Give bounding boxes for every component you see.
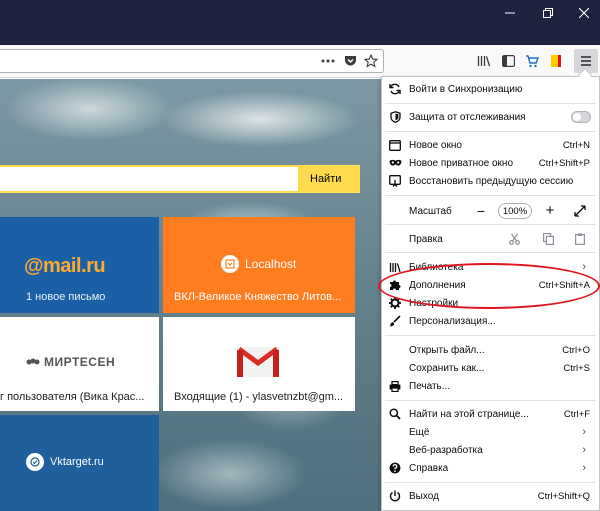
tile-mirtesen[interactable]: МИРТЕСЕН г пользователя (Вика Крас...: [0, 317, 159, 411]
menu-separator: [385, 195, 596, 196]
new-window-icon: [381, 139, 409, 151]
tile-gmail[interactable]: Входящие (1) - ylasvetnzbt@gm...: [163, 317, 355, 411]
cut-icon[interactable]: [506, 231, 522, 247]
menu-separator: [385, 103, 596, 104]
printer-icon: [381, 380, 409, 392]
shortcut-save-as: Ctrl+S: [563, 362, 590, 374]
tile-vktarget[interactable]: Vktarget.ru: [0, 415, 159, 511]
tile-mail-caption: 1 новое письмо: [26, 291, 106, 303]
menu-separator: [385, 335, 596, 336]
shield-icon: [381, 111, 409, 123]
minimize-icon[interactable]: [492, 0, 528, 26]
menu-label-customize: Персонализация...: [409, 315, 496, 327]
menu-label-sync: Войти в Синхронизацию: [409, 83, 523, 95]
menu-label-web-developer: Веб-разработка: [409, 444, 483, 456]
menu-item-open-file[interactable]: Открыть файл... Ctrl+O: [381, 341, 600, 359]
mirtesen-logo-text: МИРТЕСЕН: [44, 355, 116, 369]
mail-ru-logo: @mail.ru: [24, 255, 106, 277]
shortcut-quit: Ctrl+Shift+Q: [537, 490, 590, 502]
mirtesen-logo: МИРТЕСЕН: [26, 355, 115, 369]
restore-session-icon: [381, 175, 409, 187]
fullscreen-icon[interactable]: [572, 203, 588, 219]
shortcut-open-file: Ctrl+O: [562, 344, 590, 356]
search-button-label: Найти: [310, 173, 342, 185]
tile-mirtesen-caption: г пользователя (Вика Крас...: [0, 391, 145, 403]
shortcut-private-window: Ctrl+Shift+P: [538, 157, 590, 169]
menu-separator: [385, 252, 596, 253]
menu-item-tracking-protection[interactable]: Защита от отслеживания: [381, 108, 600, 126]
menu-separator: [385, 400, 596, 401]
menu-item-customize[interactable]: Персонализация...: [381, 312, 600, 330]
tile-localhost-caption: ВКЛ-Великое Княжество Литов...: [174, 291, 342, 303]
pocket-icon[interactable]: [340, 51, 360, 71]
tile-localhost[interactable]: Localhost ВКЛ-Великое Княжество Литов...: [163, 217, 355, 313]
search-icon: [381, 408, 409, 420]
navigation-bar: [0, 45, 600, 78]
mirtesen-logo-icon: [26, 358, 40, 365]
tile-vktarget-title: Vktarget.ru: [50, 456, 104, 468]
menu-item-private-window[interactable]: Новое приватное окно Ctrl+Shift+P: [381, 154, 600, 172]
zoom-out-button[interactable]: −: [473, 203, 489, 219]
private-mask-icon: [381, 159, 409, 167]
menu-separator: [385, 131, 596, 132]
menu-label-quit: Выход: [409, 490, 439, 502]
menu-label-find: Найти на этой странице...: [409, 408, 529, 420]
menu-item-save-as[interactable]: Сохранить как... Ctrl+S: [381, 359, 600, 377]
chevron-right-icon: ›: [582, 462, 586, 474]
chevron-right-icon: ›: [582, 261, 586, 273]
close-icon[interactable]: [566, 0, 600, 26]
menu-label-help: Справка: [409, 462, 449, 474]
power-icon: [381, 490, 409, 502]
title-bar: [0, 0, 600, 45]
menu-item-new-window[interactable]: Новое окно Ctrl+N: [381, 136, 600, 154]
search-input[interactable]: [0, 165, 300, 193]
zoom-in-button[interactable]: +: [542, 202, 558, 219]
menu-label-save-as: Сохранить как...: [409, 362, 485, 374]
menu-item-print[interactable]: Печать...: [381, 377, 600, 395]
yandex-bookmark-icon[interactable]: [546, 51, 566, 71]
menu-item-restore-session[interactable]: Восстановить предыдущую сессию: [381, 172, 600, 190]
chevron-right-icon: ›: [582, 444, 586, 456]
tracking-protection-toggle[interactable]: [571, 111, 591, 123]
menu-item-edit: Правка: [381, 229, 600, 249]
library-icon[interactable]: [474, 51, 494, 71]
sync-icon: [381, 83, 409, 95]
zoom-reset-button[interactable]: 100%: [498, 203, 532, 219]
menu-item-web-developer[interactable]: Веб-разработка ›: [381, 441, 600, 459]
copy-icon[interactable]: [540, 231, 556, 247]
shortcut-new-window: Ctrl+N: [562, 139, 590, 151]
localhost-favicon-icon: [221, 255, 239, 273]
paste-icon[interactable]: [572, 231, 588, 247]
sidebar-icon[interactable]: [498, 51, 518, 71]
menu-separator: [385, 224, 596, 225]
menu-label-private-window: Новое приватное окно: [409, 157, 514, 169]
menu-label-more: Ещё: [409, 426, 430, 438]
menu-item-quit[interactable]: Выход Ctrl+Shift+Q: [381, 487, 600, 505]
shortcut-find: Ctrl+F: [563, 408, 590, 420]
tile-mail-ru[interactable]: @mail.ru 1 новое письмо: [0, 217, 159, 313]
menu-item-find[interactable]: Найти на этой странице... Ctrl+F: [381, 405, 600, 423]
restore-icon[interactable]: [530, 0, 566, 26]
menu-item-zoom: Масштаб: [381, 201, 600, 221]
menu-item-sync[interactable]: Войти в Синхронизацию: [381, 80, 600, 98]
page-actions-icon[interactable]: [318, 51, 338, 71]
paintbrush-icon: [381, 315, 409, 327]
menu-item-help[interactable]: Справка ›: [381, 459, 600, 477]
vktarget-favicon-icon: [26, 453, 44, 471]
menu-label-print: Печать...: [409, 380, 451, 392]
cart-icon[interactable]: [522, 51, 542, 71]
bookmark-star-icon[interactable]: [361, 51, 381, 71]
menu-item-more[interactable]: Ещё ›: [381, 423, 600, 441]
help-icon: [381, 462, 409, 474]
tile-localhost-title: Localhost: [245, 257, 297, 271]
menu-separator: [385, 482, 596, 483]
menu-label-new-window: Новое окно: [409, 139, 462, 151]
menu-label-restore-session: Восстановить предыдущую сессию: [409, 175, 574, 187]
gmail-logo-icon: [237, 346, 279, 380]
menu-label-open-file: Открыть файл...: [409, 344, 485, 356]
tile-gmail-caption: Входящие (1) - ylasvetnzbt@gm...: [174, 391, 344, 403]
chevron-right-icon: ›: [582, 426, 586, 438]
annotation-highlight-ellipse: [378, 263, 600, 309]
